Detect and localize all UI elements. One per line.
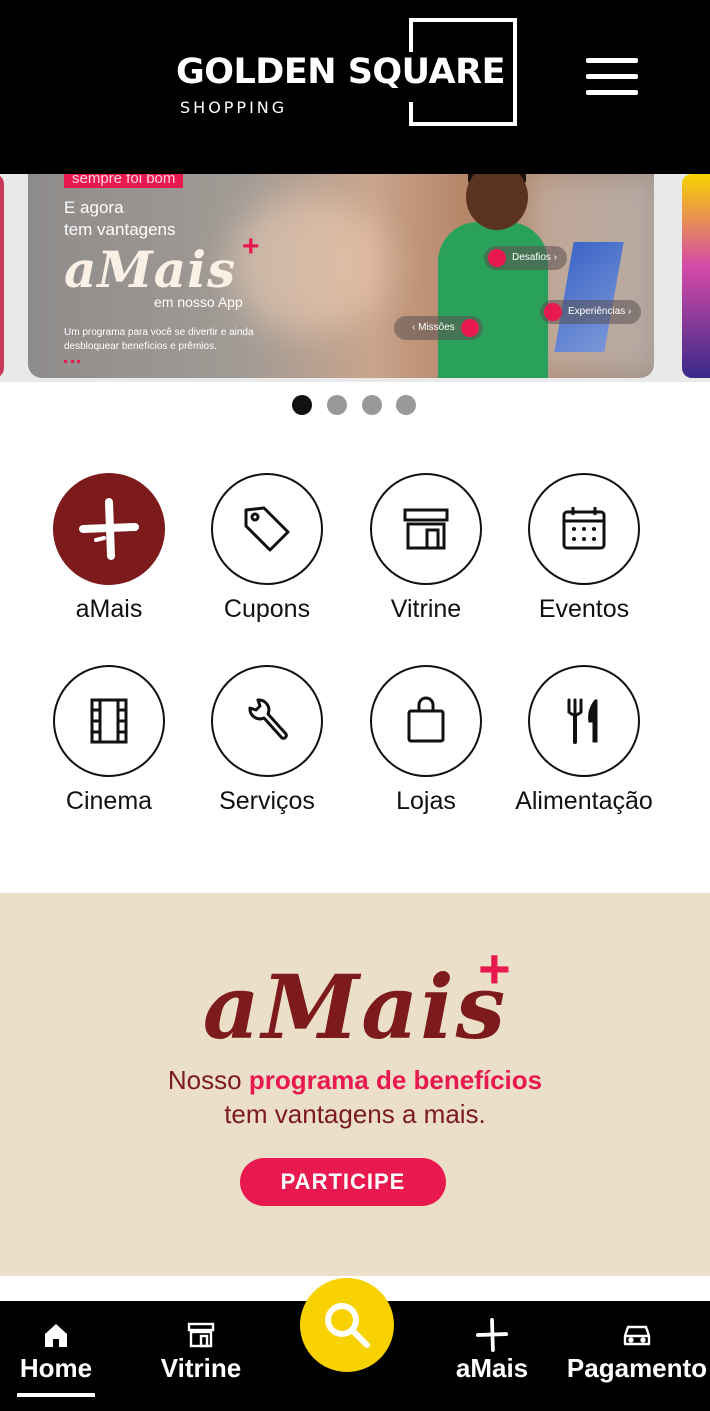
- home-icon: [45, 1324, 67, 1347]
- nav-label: Vitrine: [160, 1353, 242, 1383]
- banner-line-2: tem vantagens: [64, 220, 176, 239]
- tag-icon: [244, 506, 290, 552]
- app-header: GOLDEN SQUARE SHOPPING: [0, 0, 710, 174]
- shortcut-alimentacao[interactable]: Alimentação: [515, 665, 653, 815]
- banner-carousel[interactable]: sempre foi bom E agora tem vantagens aMa…: [0, 174, 710, 382]
- car-icon: [623, 1325, 651, 1346]
- shortcut-amais[interactable]: aMais: [53, 473, 165, 623]
- amais-plus-icon: [476, 1318, 508, 1352]
- shortcut-lojas[interactable]: Lojas: [370, 665, 482, 815]
- carousel-dot-3[interactable]: [362, 395, 382, 415]
- logo-name: GOLDEN SQUARE: [176, 52, 511, 92]
- wrench-icon: [248, 698, 288, 740]
- search-button[interactable]: [300, 1278, 394, 1372]
- banner-tag: sempre foi bom: [64, 174, 184, 188]
- participate-button[interactable]: PARTICIPE: [240, 1158, 446, 1206]
- carousel-dot-1[interactable]: [292, 395, 312, 415]
- nav-home[interactable]: Home: [0, 1301, 112, 1411]
- shopping-bag-icon: [407, 696, 445, 743]
- active-tab-indicator: [17, 1393, 95, 1397]
- logo-subtitle: SHOPPING: [180, 98, 288, 117]
- nav-vitrine[interactable]: Vitrine: [145, 1301, 257, 1411]
- storefront-icon: [187, 1322, 215, 1348]
- promo-subline: tem vantagens a mais.: [224, 1099, 486, 1129]
- banner-decoration: [64, 360, 80, 363]
- shortcut-servicos[interactable]: Serviços: [211, 665, 323, 815]
- shortcut-cupons[interactable]: Cupons: [211, 473, 323, 623]
- banner-brand: aMais: [64, 240, 237, 299]
- calendar-icon: [562, 507, 606, 550]
- promo-brand-plus: +: [478, 937, 511, 1000]
- banner-description: Um programa para você se divertir e aind…: [64, 327, 254, 352]
- banner-line-1: E agora: [64, 198, 124, 217]
- golden-square-logo[interactable]: GOLDEN SQUARE SHOPPING: [176, 18, 518, 126]
- carousel-dot-4[interactable]: [396, 395, 416, 415]
- banner-brand-plus: +: [242, 230, 260, 263]
- promo-brand: aMais: [202, 955, 508, 1059]
- search-icon: [325, 1303, 370, 1348]
- shortcut-label: Alimentação: [515, 787, 653, 815]
- carousel-dot-2[interactable]: [327, 395, 347, 415]
- banner-pill-experiencias: Experiências ›: [540, 300, 642, 324]
- hamburger-menu-icon[interactable]: [584, 56, 640, 98]
- amais-promo-section: aMais + Nosso programa de benefícios tem…: [0, 893, 710, 1276]
- nav-label: Pagamento: [566, 1353, 708, 1383]
- banner-slide-amais[interactable]: sempre foi bom E agora tem vantagens aMa…: [28, 174, 654, 378]
- nav-pagamento[interactable]: Pagamento: [566, 1301, 708, 1411]
- film-strip-icon: [90, 698, 128, 744]
- shortcut-eventos[interactable]: Eventos: [528, 473, 640, 623]
- shortcut-vitrine[interactable]: Vitrine: [370, 473, 482, 623]
- shortcut-cinema[interactable]: Cinema: [53, 665, 165, 815]
- nav-label: aMais: [455, 1353, 529, 1383]
- nav-label: Home: [19, 1353, 93, 1383]
- banner-pill-desafios: Desafios ›: [484, 246, 568, 270]
- nav-amais[interactable]: aMais: [436, 1301, 548, 1411]
- previous-banner-peek[interactable]: [0, 174, 4, 378]
- amais-plus-icon: [79, 498, 139, 560]
- banner-line-3: em nosso App: [154, 294, 243, 310]
- shortcut-label: Eventos: [538, 595, 630, 623]
- banner-pill-missoes: ‹ Missões: [394, 316, 483, 340]
- promo-headline: Nosso programa de benefícios: [167, 1065, 543, 1095]
- next-banner-peek[interactable]: [682, 174, 710, 378]
- storefront-icon: [403, 508, 449, 550]
- fork-knife-icon: [567, 698, 598, 744]
